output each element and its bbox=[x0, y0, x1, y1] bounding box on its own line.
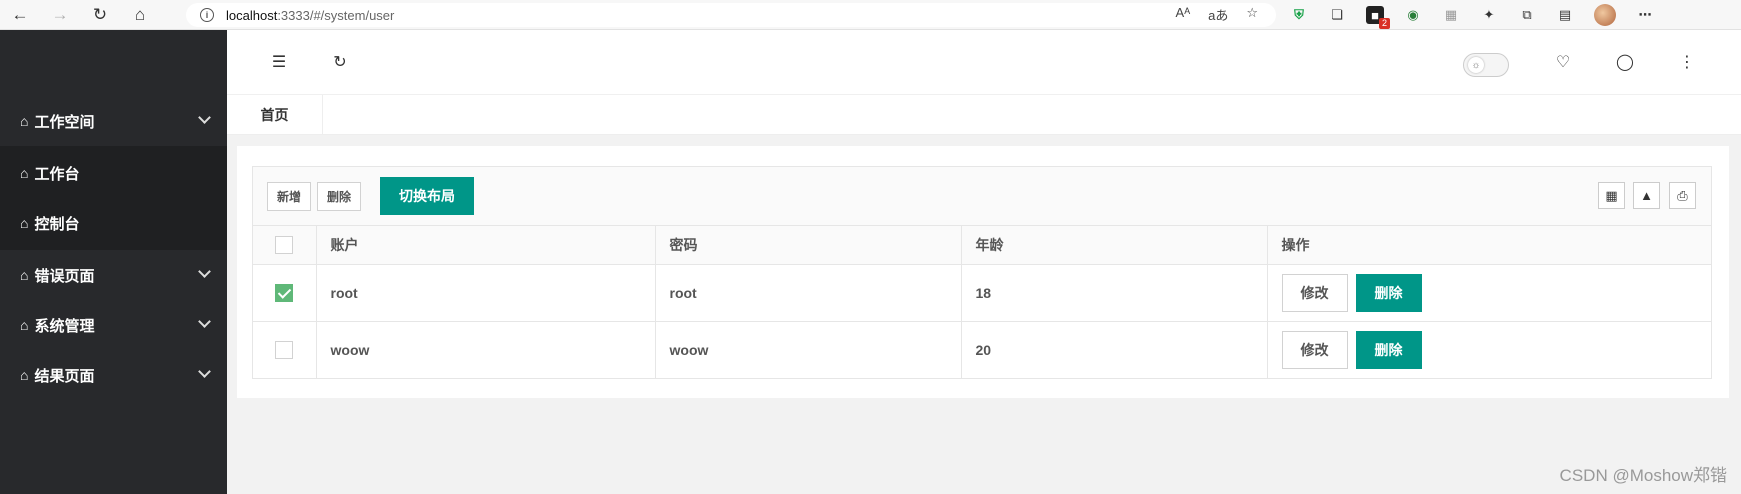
home-outline-icon: ⌂ bbox=[20, 113, 29, 129]
puzzle-extensions-icon[interactable]: ✦ bbox=[1480, 6, 1498, 24]
cell-password: woow bbox=[655, 321, 962, 378]
url-path: :3333/#/system/user bbox=[277, 7, 395, 23]
menu-label: 控制台 bbox=[34, 215, 80, 233]
chevron-down-icon bbox=[198, 265, 211, 278]
row-checkbox-checked[interactable] bbox=[275, 283, 294, 302]
menu-label: 错误页面 bbox=[34, 267, 95, 285]
data-table: 新增 删除 切换布局 ▦ ▲ ⎙ 账户 密码 年龄 操作 root root 1… bbox=[252, 166, 1712, 379]
chevron-down-icon bbox=[198, 315, 211, 328]
profile-switch-icon[interactable]: ▤ bbox=[1556, 6, 1574, 24]
cell-actions: 修改 删除 bbox=[1267, 264, 1711, 322]
theme-toggle[interactable]: ☼ bbox=[1463, 53, 1509, 77]
column-header[interactable]: 账户 bbox=[316, 226, 656, 265]
home-outline-icon: ⌂ bbox=[20, 165, 29, 181]
watermark: CSDN @Moshow郑锴 bbox=[1559, 466, 1727, 485]
read-aloud-icon[interactable]: Aᴬ bbox=[1176, 5, 1191, 24]
row-select-cell bbox=[253, 264, 317, 322]
content-card: 新增 删除 切换布局 ▦ ▲ ⎙ 账户 密码 年龄 操作 root root 1… bbox=[237, 146, 1729, 398]
cell-age: 20 bbox=[961, 321, 1268, 378]
profile-avatar[interactable] bbox=[1594, 4, 1616, 26]
site-info-icon[interactable]: i bbox=[200, 8, 214, 22]
tab-home[interactable]: 首页 bbox=[227, 95, 323, 135]
globe-extension-icon[interactable]: ◉ bbox=[1404, 6, 1422, 24]
collections-icon[interactable]: ❏ bbox=[1328, 6, 1346, 24]
translate-icon[interactable]: aあ bbox=[1208, 5, 1228, 24]
chevron-down-icon bbox=[198, 111, 211, 124]
cell-age: 18 bbox=[961, 264, 1268, 322]
delete-button[interactable]: 删除 bbox=[317, 182, 362, 211]
extension-badge-icon[interactable]: ■ 2 bbox=[1366, 6, 1390, 29]
home-outline-icon: ⌂ bbox=[20, 215, 29, 231]
column-header[interactable]: 年龄 bbox=[961, 226, 1268, 265]
reload-icon[interactable]: ↻ bbox=[80, 0, 120, 30]
menu-label: 工作台 bbox=[34, 165, 80, 183]
browser-menu-icon[interactable]: ⋯ bbox=[1636, 6, 1654, 24]
user-icon[interactable]: ◯ bbox=[1615, 52, 1635, 72]
edit-button[interactable]: 修改 bbox=[1281, 273, 1348, 312]
table-row: root root 18 修改 删除 bbox=[253, 264, 1711, 322]
extension-badge: 2 bbox=[1378, 18, 1390, 29]
tab-bar: 首页 bbox=[227, 95, 1741, 135]
row-delete-button[interactable]: 删除 bbox=[1355, 273, 1422, 312]
menu-fold-icon[interactable]: ☰ bbox=[269, 52, 289, 72]
address-bar[interactable]: i localhost:3333/#/system/user Aᴬ aあ ☆ bbox=[186, 3, 1276, 27]
grid-extension-icon[interactable]: ▦ bbox=[1442, 6, 1460, 24]
table-header-row: 账户 密码 年龄 操作 bbox=[253, 226, 1711, 265]
sidebar: ⌂ 工作空间 ⌂ 工作台 ⌂ 控制台 ⌂ 错误页面 ⌂ 系统管理 ⌂ 结果页面 bbox=[0, 30, 227, 494]
menu-item-result-pages[interactable]: ⌂ 结果页面 bbox=[0, 350, 227, 400]
table-row: woow woow 20 修改 删除 bbox=[253, 321, 1711, 378]
logo-area bbox=[0, 30, 227, 96]
url-host: localhost bbox=[226, 7, 278, 23]
favorite-icon[interactable]: ☆ bbox=[1246, 5, 1258, 24]
back-icon[interactable]: ← bbox=[0, 0, 40, 30]
menu-item-workbench[interactable]: ⌂ 工作台 bbox=[0, 148, 227, 198]
menu-item-console[interactable]: ⌂ 控制台 bbox=[0, 198, 227, 248]
cell-actions: 修改 删除 bbox=[1267, 321, 1711, 378]
column-header: 操作 bbox=[1267, 226, 1711, 265]
home-icon[interactable]: ⌂ bbox=[120, 0, 160, 30]
app-header: ☰ ↻ ☼ ♡ ◯ ⋮ bbox=[227, 30, 1741, 95]
more-icon[interactable]: ⋮ bbox=[1677, 52, 1697, 72]
table-toolbar: 新增 删除 切换布局 ▦ ▲ ⎙ bbox=[253, 167, 1711, 226]
menu-label: 结果页面 bbox=[34, 367, 95, 385]
column-header[interactable]: 密码 bbox=[655, 226, 962, 265]
cell-account: woow bbox=[316, 321, 656, 378]
menu-label: 工作空间 bbox=[34, 113, 95, 131]
extensions-tray: ⛨ ❏ ■ 2 ◉ ▦ ✦ ⧉ ▤ ⋯ bbox=[1290, 0, 1654, 30]
home-outline-icon: ⌂ bbox=[20, 317, 29, 333]
row-delete-button[interactable]: 删除 bbox=[1355, 330, 1422, 369]
tabs-icon[interactable]: ⧉ bbox=[1518, 6, 1536, 24]
menu-item-system-management[interactable]: ⌂ 系统管理 bbox=[0, 300, 227, 350]
add-button[interactable]: 新增 bbox=[267, 182, 312, 211]
columns-icon[interactable]: ▦ bbox=[1598, 182, 1625, 209]
menu-item-workspace[interactable]: ⌂ 工作空间 bbox=[0, 96, 227, 146]
print-icon[interactable]: ⎙ bbox=[1669, 182, 1696, 209]
row-select-cell bbox=[253, 321, 317, 378]
shield-extension-icon[interactable]: ⛨ bbox=[1290, 6, 1308, 24]
home-outline-icon: ⌂ bbox=[20, 267, 29, 283]
cell-password: root bbox=[655, 264, 962, 322]
select-all-checkbox[interactable] bbox=[275, 235, 294, 254]
edit-button[interactable]: 修改 bbox=[1281, 330, 1348, 369]
chevron-down-icon bbox=[198, 365, 211, 378]
forward-icon[interactable]: → bbox=[40, 0, 80, 30]
menu-item-error-pages[interactable]: ⌂ 错误页面 bbox=[0, 250, 227, 300]
bell-icon[interactable]: ♡ bbox=[1553, 52, 1573, 72]
row-checkbox[interactable] bbox=[275, 340, 294, 359]
browser-toolbar: ← → ↻ ⌂ i localhost:3333/#/system/user A… bbox=[0, 0, 1741, 30]
refresh-icon[interactable]: ↻ bbox=[330, 52, 350, 72]
select-all-cell bbox=[253, 226, 317, 265]
submenu-workspace: ⌂ 工作台 ⌂ 控制台 bbox=[0, 146, 227, 250]
sun-icon: ☼ bbox=[1468, 57, 1484, 73]
menu-label: 系统管理 bbox=[34, 317, 95, 335]
export-icon[interactable]: ▲ bbox=[1633, 182, 1660, 209]
user-table: 账户 密码 年龄 操作 root root 18 修改 删除 woow woow… bbox=[253, 226, 1711, 378]
switch-layout-button[interactable]: 切换布局 bbox=[380, 177, 474, 215]
home-outline-icon: ⌂ bbox=[20, 367, 29, 383]
cell-account: root bbox=[316, 264, 656, 322]
